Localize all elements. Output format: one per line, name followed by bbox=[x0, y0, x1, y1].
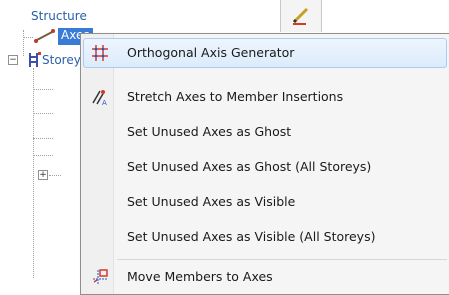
tree-connector-line bbox=[23, 30, 24, 56]
stretch-axes-icon: A bbox=[91, 88, 109, 107]
expand-toggle[interactable]: + bbox=[38, 170, 48, 180]
menu-separator bbox=[117, 259, 447, 260]
tree-connector-line bbox=[23, 37, 33, 38]
storeys-node-icon bbox=[27, 52, 41, 72]
grid-icon bbox=[91, 44, 109, 62]
menu-item-move-members[interactable]: Move Members to Axes bbox=[83, 262, 447, 292]
tree-connector-line bbox=[33, 68, 34, 278]
pencil-icon bbox=[290, 4, 312, 30]
menu-item-set-unused-visible[interactable]: Set Unused Axes as Visible bbox=[83, 187, 447, 217]
svg-text:A: A bbox=[102, 99, 107, 106]
tree-connector-line bbox=[33, 138, 53, 139]
axis-node-icon bbox=[33, 28, 57, 48]
menu-item-label: Orthogonal Axis Generator bbox=[127, 45, 295, 60]
tree-root-structure[interactable]: Structure bbox=[31, 9, 87, 23]
menu-item-label: Set Unused Axes as Ghost bbox=[127, 124, 292, 139]
menu-item-label: Set Unused Axes as Ghost (All Storeys) bbox=[127, 159, 372, 174]
tree-connector-line bbox=[33, 155, 53, 156]
menu-item-set-unused-visible-all[interactable]: Set Unused Axes as Visible (All Storeys) bbox=[83, 222, 447, 252]
tree-item-storeys[interactable]: Storeys bbox=[42, 53, 80, 67]
context-menu: Orthogonal Axis Generator A Stretch Axes… bbox=[80, 33, 449, 295]
menu-item-stretch-axes[interactable]: A Stretch Axes to Member Insertions bbox=[83, 82, 447, 112]
menu-item-orthogonal-axis-generator[interactable]: Orthogonal Axis Generator bbox=[83, 38, 447, 68]
tree-item-storeys-label: Storeys bbox=[42, 53, 80, 67]
menu-item-label: Set Unused Axes as Visible bbox=[127, 194, 296, 209]
move-members-icon bbox=[91, 268, 109, 286]
menu-item-set-unused-ghost[interactable]: Set Unused Axes as Ghost bbox=[83, 117, 447, 147]
tree-connector-line bbox=[49, 175, 61, 176]
menu-item-label: Set Unused Axes as Visible (All Storeys) bbox=[127, 229, 376, 244]
edit-toolbar-button[interactable] bbox=[280, 0, 322, 32]
collapse-toggle[interactable]: − bbox=[8, 55, 18, 65]
tree-connector-line bbox=[33, 89, 53, 90]
menu-item-label: Stretch Axes to Member Insertions bbox=[127, 89, 344, 104]
tree-connector-line bbox=[33, 113, 53, 114]
menu-item-set-unused-ghost-all[interactable]: Set Unused Axes as Ghost (All Storeys) bbox=[83, 152, 447, 182]
menu-item-label: Move Members to Axes bbox=[127, 269, 273, 284]
